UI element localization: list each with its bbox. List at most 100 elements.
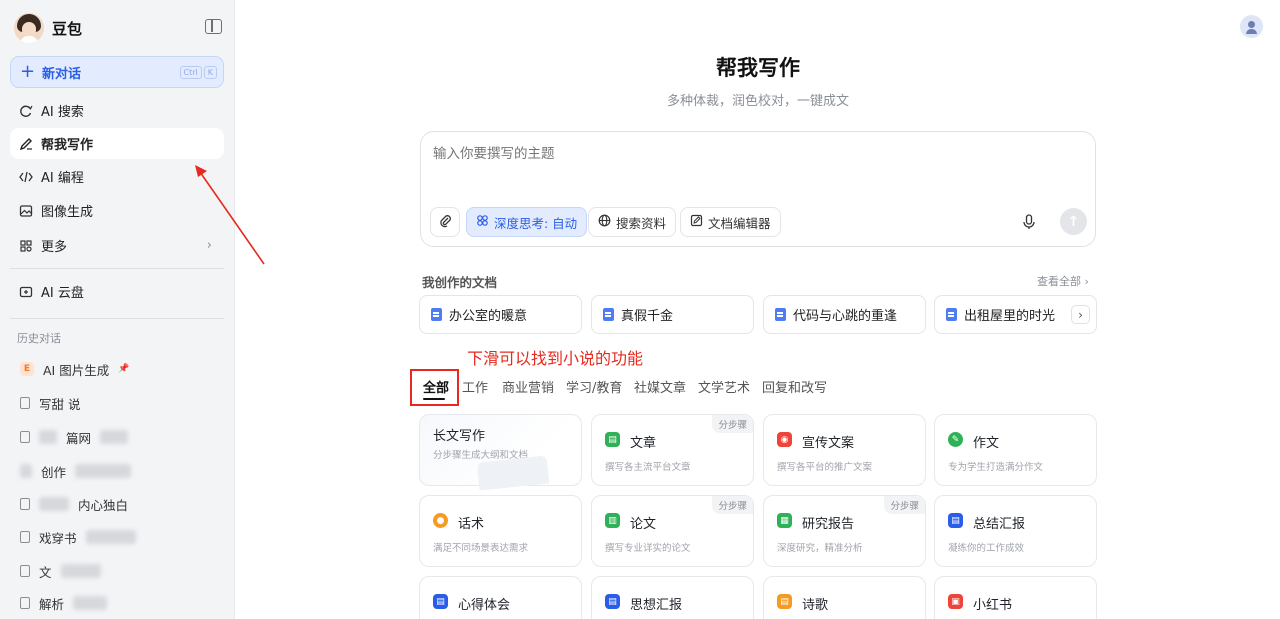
- card-title: 总结汇报: [973, 517, 1026, 532]
- card-promo-copy[interactable]: ◉ 宣传文案 撰写各平台的推广文案: [763, 414, 926, 486]
- search-sources-button[interactable]: 搜索资料: [588, 207, 677, 237]
- microphone-icon[interactable]: [1019, 211, 1039, 233]
- history-item[interactable]: 文: [20, 560, 101, 582]
- attach-button[interactable]: [430, 207, 460, 237]
- card-thought-report[interactable]: ▤ 思想汇报: [591, 576, 754, 619]
- doc-card[interactable]: 代码与心跳的重逢: [763, 295, 926, 334]
- sidebar-item-more[interactable]: 更多 ›: [10, 230, 224, 261]
- history-item[interactable]: 解析: [20, 592, 108, 614]
- new-chat-button[interactable]: + 新对话 Ctrl K: [10, 56, 224, 88]
- card-reflections[interactable]: ▤ 心得体会: [419, 576, 582, 619]
- card-research-report[interactable]: ▦ 研究报告 深度研究，精准分析 分步骤: [763, 495, 926, 567]
- card-title: 话术: [458, 517, 485, 532]
- sidebar-item-writing[interactable]: 帮我写作: [10, 128, 224, 159]
- redacted-text: [85, 530, 136, 544]
- sidebar-item-cloud[interactable]: AI 云盘: [10, 276, 224, 307]
- card-speech[interactable]: ● 话术 满足不同场景表达需求: [419, 495, 582, 567]
- user-avatar-button[interactable]: [1240, 15, 1263, 38]
- sidebar-item-image-gen[interactable]: 图像生成: [10, 195, 224, 226]
- card-article[interactable]: ▤ 文章 撰写各主流平台文章 分步骤: [591, 414, 754, 486]
- card-desc: 撰写专业详实的论文: [605, 543, 691, 554]
- sidebar-divider: [10, 268, 224, 269]
- search-sources-label: 搜索资料: [616, 215, 667, 231]
- history-item[interactable]: 内心独白: [20, 493, 128, 515]
- view-all-label: 查看全部: [1037, 275, 1081, 288]
- pencil-icon: ✎: [948, 432, 963, 447]
- article-icon: ▤: [605, 432, 620, 447]
- research-icon: ▦: [777, 513, 792, 528]
- doc-editor-label: 文档编辑器: [708, 215, 771, 231]
- send-button[interactable]: ↑: [1060, 208, 1087, 235]
- arrow-up-icon: ↑: [1067, 213, 1080, 230]
- sidebar-item-label: AI 云盘: [41, 286, 84, 301]
- grid-icon: [19, 239, 33, 253]
- redacted-text: [39, 497, 69, 511]
- edit-doc-icon: [690, 214, 703, 230]
- history-item[interactable]: 创作: [20, 460, 132, 482]
- card-poetry[interactable]: ▤ 诗歌: [763, 576, 926, 619]
- card-summary-report[interactable]: ▤ 总结汇报 凝练你的工作成效: [934, 495, 1097, 567]
- step-tag: 分步骤: [712, 415, 753, 433]
- history-item[interactable]: 写甜 说: [20, 392, 80, 414]
- sidebar-item-label: 帮我写作: [41, 138, 94, 153]
- doc-card-title: 出租屋里的时光: [964, 309, 1056, 324]
- chart-doc-icon: ▥: [605, 513, 620, 528]
- tab-all[interactable]: 全部: [423, 377, 449, 396]
- view-all-link[interactable]: 查看全部 ›: [1037, 273, 1089, 289]
- card-desc: 凝练你的工作成效: [948, 543, 1025, 554]
- redacted-text: [75, 464, 132, 478]
- brand-avatar: [14, 13, 44, 43]
- notebook-icon: ▤: [433, 594, 448, 609]
- card-title: 文章: [630, 436, 657, 451]
- composer: 深度思考: 自动 搜索资料 文档编辑器 ↑: [420, 131, 1096, 247]
- card-xiaohongshu[interactable]: ▣ 小红书: [934, 576, 1097, 619]
- deep-think-button[interactable]: 深度思考: 自动: [466, 207, 588, 237]
- history-item[interactable]: E AI 图片生成 📌: [20, 358, 129, 380]
- history-item-label: 文: [39, 564, 52, 580]
- tab-education[interactable]: 学习/教育: [566, 377, 622, 396]
- my-docs-title: 我创作的文档: [422, 275, 498, 290]
- tab-marketing[interactable]: 商业营销: [502, 377, 554, 396]
- shortcut-key-ctrl: Ctrl: [179, 66, 202, 79]
- card-desc: 深度研究，精准分析: [777, 543, 863, 554]
- tab-work[interactable]: 工作: [462, 377, 488, 396]
- card-paper[interactable]: ▥ 论文 撰写专业详实的论文 分步骤: [591, 495, 754, 567]
- card-title: 小红书: [973, 598, 1013, 613]
- doc-card[interactable]: 办公室的暖意: [419, 295, 582, 334]
- history-item[interactable]: 戏穿书: [20, 526, 136, 548]
- user-icon: [1246, 21, 1257, 34]
- tab-reply-rewrite[interactable]: 回复和改写: [762, 377, 827, 396]
- doc-editor-button[interactable]: 文档编辑器: [680, 207, 781, 237]
- card-title: 作文: [973, 436, 1000, 451]
- pin-icon: 📌: [118, 364, 130, 374]
- doc-card-title: 办公室的暖意: [449, 309, 528, 324]
- card-title: 宣传文案: [802, 436, 855, 451]
- globe-icon: [598, 214, 611, 230]
- brand[interactable]: 豆包: [14, 12, 82, 44]
- new-chat-label: 新对话: [42, 66, 82, 82]
- card-title: 诗歌: [802, 598, 829, 613]
- topic-input[interactable]: [433, 146, 1073, 162]
- tab-social-media[interactable]: 社媒文章: [634, 377, 686, 396]
- card-long-writing[interactable]: 长文写作 分步骤生成大纲和文档: [419, 414, 582, 491]
- history-item-label: 戏穿书: [39, 530, 77, 546]
- sidebar-item-ai-coding[interactable]: AI 编程: [10, 161, 224, 192]
- plus-icon: +: [20, 61, 36, 82]
- card-essay[interactable]: ✎ 作文 专为学生打造满分作文: [934, 414, 1097, 486]
- shortcut-hint: Ctrl K: [179, 66, 217, 79]
- doc-card[interactable]: 真假千金: [591, 295, 754, 334]
- sidebar-toggle-icon[interactable]: [205, 19, 222, 34]
- page-title: 帮我写作: [716, 56, 800, 80]
- sidebar-item-label: 更多: [41, 240, 68, 255]
- tab-literature[interactable]: 文学艺术: [698, 377, 750, 396]
- card-title: 长文写作: [433, 429, 486, 444]
- history-item-label: 篇网: [66, 430, 92, 446]
- sidebar-item-ai-search[interactable]: AI 搜索: [10, 95, 224, 126]
- sidebar-item-label: AI 搜索: [41, 105, 84, 120]
- redacted-text: [60, 564, 101, 578]
- chevron-right-icon[interactable]: ›: [1071, 305, 1090, 324]
- document-icon: [20, 565, 30, 577]
- clipboard-icon: ▤: [605, 594, 620, 609]
- document-icon: [20, 431, 30, 443]
- history-item[interactable]: 篇网: [20, 426, 129, 448]
